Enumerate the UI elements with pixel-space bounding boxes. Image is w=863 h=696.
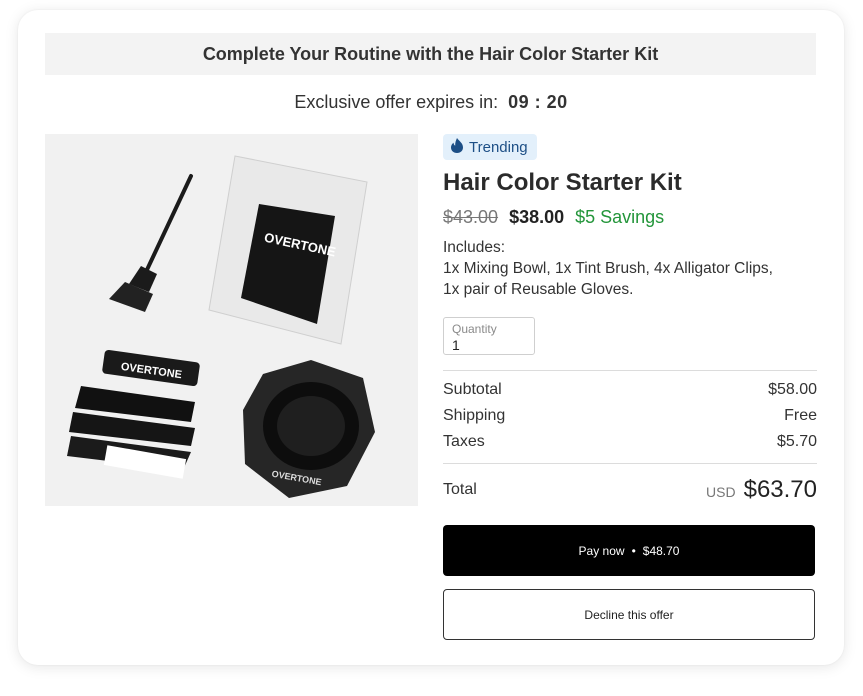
flame-icon xyxy=(451,137,463,157)
timer-value: 09 : 20 xyxy=(508,92,568,112)
divider xyxy=(443,463,817,464)
decline-offer-button[interactable]: Decline this offer xyxy=(443,589,815,640)
badge-label: Trending xyxy=(469,138,528,156)
pay-now-label: Pay now xyxy=(578,543,625,558)
quantity-value[interactable]: 1 xyxy=(452,337,534,353)
includes-line-1: 1x Mixing Bowl, 1x Tint Brush, 4x Alliga… xyxy=(443,260,773,277)
product-photo: OVERTONE OVERTONE OVERTONE xyxy=(45,134,418,506)
quantity-field[interactable]: Quantity 1 xyxy=(443,317,535,355)
subtotal-label: Subtotal xyxy=(443,381,502,398)
pay-now-button[interactable]: Pay now • $48.70 xyxy=(443,525,815,576)
taxes-label: Taxes xyxy=(443,433,485,450)
taxes-value: $5.70 xyxy=(776,433,817,450)
trending-badge: Trending xyxy=(443,134,537,160)
taxes-row: Taxes $5.70 xyxy=(443,429,817,455)
currency-code: USD xyxy=(706,484,736,500)
includes-label: Includes: xyxy=(443,239,506,256)
timer-label: Exclusive offer expires in: xyxy=(294,92,499,112)
banner-title: Complete Your Routine with the Hair Colo… xyxy=(202,43,659,64)
offer-banner: Complete Your Routine with the Hair Colo… xyxy=(45,33,816,75)
product-image: OVERTONE OVERTONE OVERTONE xyxy=(45,134,418,506)
offer-timer: Exclusive offer expires in: 09 : 20 xyxy=(18,92,844,113)
savings-label: $5 Savings xyxy=(575,207,665,227)
total-row: Total USD $63.70 xyxy=(443,476,817,504)
upsell-card: Complete Your Routine with the Hair Colo… xyxy=(18,10,844,665)
order-summary: Subtotal $58.00 Shipping Free Taxes $5.7… xyxy=(443,377,817,455)
pay-amount: $48.70 xyxy=(642,543,680,558)
shipping-value: Free xyxy=(784,407,817,424)
shipping-label: Shipping xyxy=(443,407,506,424)
total-value: $63.70 xyxy=(743,476,817,503)
product-title: Hair Color Starter Kit xyxy=(443,169,682,196)
pay-separator: • xyxy=(631,543,636,558)
gloves-pouch-image: OVERTONE xyxy=(208,155,368,345)
subtotal-value: $58.00 xyxy=(768,381,817,398)
decline-label: Decline this offer xyxy=(584,607,674,622)
quantity-label: Quantity xyxy=(452,322,497,336)
price-row: $43.00 $38.00 $5 Savings xyxy=(443,207,817,228)
shipping-row: Shipping Free xyxy=(443,403,817,429)
sale-price: $38.00 xyxy=(509,207,565,227)
total-amount: USD $63.70 xyxy=(706,476,817,504)
includes-text: Includes: 1x Mixing Bowl, 1x Tint Brush,… xyxy=(443,237,817,300)
includes-line-2: 1x pair of Reusable Gloves. xyxy=(443,281,634,298)
original-price: $43.00 xyxy=(443,207,499,227)
total-label: Total xyxy=(443,481,477,498)
product-details: Trending Hair Color Starter Kit $43.00 $… xyxy=(443,134,817,640)
divider xyxy=(443,370,817,371)
subtotal-row: Subtotal $58.00 xyxy=(443,377,817,403)
